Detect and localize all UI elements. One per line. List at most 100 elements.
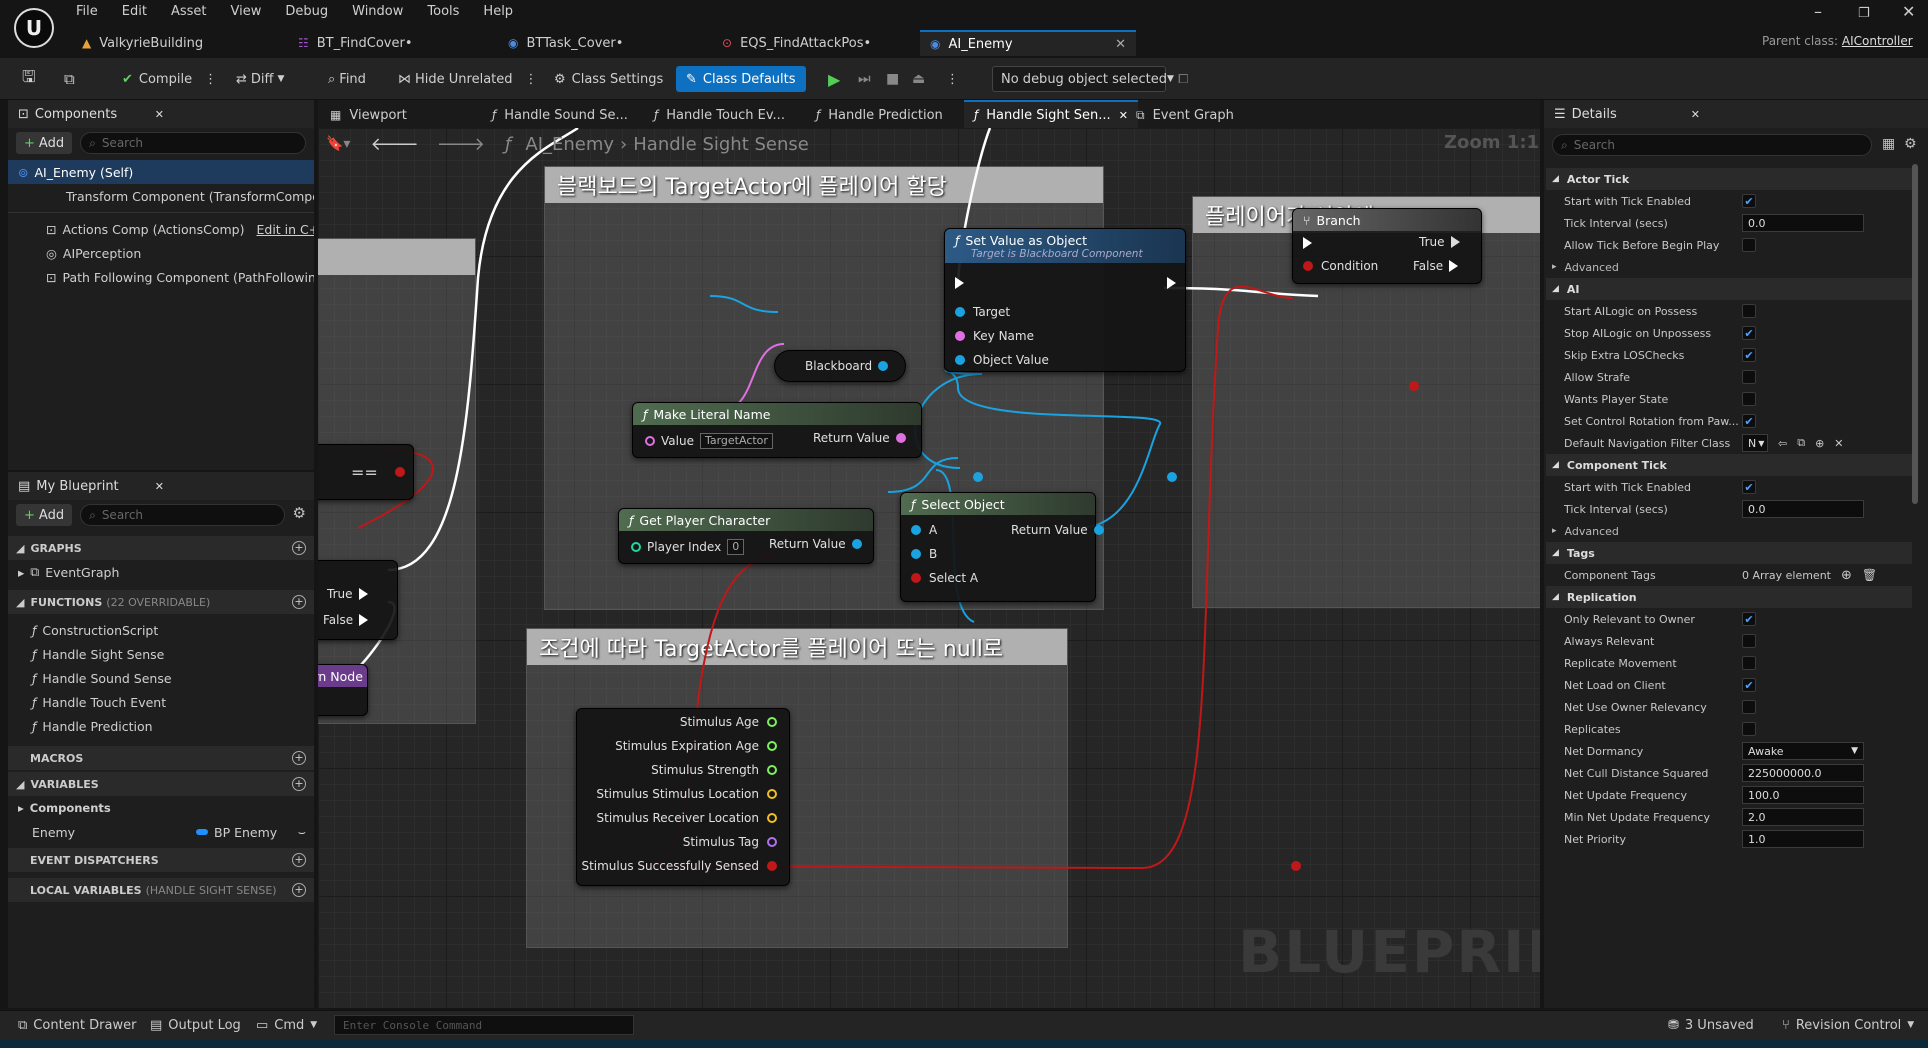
advanced-expander[interactable]: ▸ Advanced [1546,520,1912,542]
graph-tab-handle-touch[interactable]: ƒ Handle Touch Ev... [644,102,795,128]
save-icon[interactable]: 🖫 [22,66,36,92]
name-input-pin[interactable] [645,436,655,446]
tab-eqs-findattackpos[interactable]: ⊙ EQS_FindAttackPos• [712,30,881,56]
object-output-pin[interactable] [851,539,862,549]
component-item-aiperception[interactable]: ◎ AIPerception [8,241,314,265]
menu-view[interactable]: View [219,4,274,19]
menu-edit[interactable]: Edit [110,4,159,19]
exec-output-pin[interactable] [1167,277,1176,289]
advanced-expander[interactable]: ▸ Advanced [1546,256,1912,278]
select-object-node[interactable]: ƒ Select Object A Return Value B Select A [900,492,1104,602]
my-blueprint-search[interactable]: ⌕ Search [80,504,285,526]
menu-window[interactable]: Window [340,4,415,19]
menu-asset[interactable]: Asset [159,4,219,19]
close-window-icon[interactable]: ✕ [1902,2,1915,21]
bool-output-pin[interactable] [767,861,777,871]
event-dispatchers-section[interactable]: EVENT DISPATCHERS + [8,848,314,872]
component-root[interactable]: ⊚ AI_Enemy (Self) [8,160,314,184]
local-variables-section[interactable]: LOCAL VARIABLES (HANDLE SIGHT SENSE) + [8,878,314,902]
eye-icon[interactable]: ⌣ [298,824,306,840]
step-icon[interactable]: ⏭ [858,66,871,92]
browse-icon[interactable]: ⧉ [1797,436,1805,450]
graph-tab-handle-sight[interactable]: ƒ Handle Sight Sen... ✕ [964,100,1138,128]
get-player-character-node[interactable]: ƒ Get Player Character Player Index 0 Retu… [618,508,874,564]
add-macro-icon[interactable]: + [292,751,306,765]
close-panel-icon[interactable]: ✕ [155,108,164,121]
property-value-field[interactable]: 0.0 [1742,214,1864,232]
details-section[interactable]: ◢ Actor Tick [1546,168,1912,190]
break-stimulus-node[interactable]: Stimulus Age Stimulus Expiration Age Sti… [576,708,790,886]
unreal-logo-icon[interactable]: U [14,8,54,48]
forward-arrow-icon[interactable]: 🡒 [437,134,485,155]
b-input-pin[interactable] [911,549,921,559]
compile-button[interactable]: ✔ Compile ⋮ [114,66,225,92]
parent-class-link[interactable]: AIController [1842,34,1913,48]
close-tab-icon[interactable]: ✕ [1115,37,1126,52]
console-command-input[interactable]: Enter Console Command [334,1015,634,1035]
details-section[interactable]: ◢ Component Tick [1546,454,1912,476]
float-output-pin[interactable] [767,717,777,727]
property-checkbox[interactable]: ✔ [1742,480,1756,494]
functions-section[interactable]: ◢ FUNCTIONS (22 OVERRIDABLE) + [8,590,314,614]
property-value-field[interactable]: 1.0 [1742,830,1864,848]
diff-button[interactable]: ⇄ Diff ▼ [228,66,292,92]
vector-output-pin[interactable] [767,813,777,823]
object-value-pin[interactable] [955,355,965,365]
close-panel-icon[interactable]: ✕ [155,480,164,493]
close-panel-icon[interactable]: ✕ [1691,108,1700,121]
function-item[interactable]: ƒ Handle Sight Sense [8,642,314,666]
graph-tab-viewport[interactable]: ▦ Viewport [320,102,417,128]
find-button[interactable]: ⌕ Find [320,66,374,92]
tab-bttask-cover[interactable]: ◉ BTTask_Cover• [498,30,633,56]
literal-name-field[interactable]: TargetActor [699,433,773,449]
add-function-icon[interactable]: + [292,595,306,609]
graph-canvas[interactable]: 블랙보드의 TargetActor에 플레이어 할당 조건에 따라 Target… [318,128,1540,1008]
property-checkbox[interactable]: ✔ [1742,414,1756,428]
property-checkbox[interactable] [1742,392,1756,406]
tab-bt-findcover[interactable]: ☷ BT_FindCover• [288,30,423,56]
object-output-pin[interactable] [878,361,889,371]
exec-false-pin[interactable] [359,614,369,626]
exec-input-pin[interactable] [955,277,964,289]
property-checkbox[interactable] [1742,700,1756,714]
settings-gear-icon[interactable]: ⚙ [1904,136,1917,152]
variable-category-components[interactable]: ▸ Components [8,796,314,820]
class-defaults-button[interactable]: ✎ Class Defaults [676,66,806,92]
property-value-field[interactable]: 100.0 [1742,786,1864,804]
component-item-pathfollowing[interactable]: ⊡ Path Following Component (PathFollowing… [8,265,314,289]
stop-icon[interactable]: ■ [886,66,899,92]
cmd-dropdown[interactable]: ▭ Cmd ▼ [256,1010,317,1040]
equal-node[interactable]: == [318,444,414,500]
branch-node-left[interactable]: True False [318,560,398,640]
property-value-field[interactable]: 0.0 [1742,500,1864,518]
exec-true-pin[interactable] [358,588,368,600]
key-name-pin[interactable] [955,331,965,341]
unsaved-button[interactable]: ⛃ 3 Unsaved [1668,1010,1754,1040]
branch-node[interactable]: ⑂ Branch True Condition False [1292,208,1482,284]
property-checkbox[interactable] [1742,656,1756,670]
maximize-icon[interactable]: ❐ [1858,6,1870,21]
add-member-button[interactable]: + Add [16,504,73,526]
property-checkbox[interactable] [1742,722,1756,736]
class-picker[interactable]: N ▼ [1742,434,1768,452]
menu-file[interactable]: File [64,4,110,19]
property-checkbox[interactable]: ✔ [1742,326,1756,340]
menu-debug[interactable]: Debug [273,4,340,19]
details-search[interactable]: ⌕ Search [1552,134,1872,156]
exec-true-pin[interactable] [1450,236,1460,248]
exec-false-pin[interactable] [1449,260,1459,272]
play-options-icon[interactable]: ⋮ [946,66,959,92]
add-component-button[interactable]: + Add [16,132,73,154]
make-literal-name-node[interactable]: ƒ Make Literal Name Value TargetActor Retu… [632,402,922,458]
property-checkbox[interactable] [1742,238,1756,252]
add-element-icon[interactable]: ⊕ [1841,568,1852,583]
use-selected-icon[interactable]: ⇦ [1778,437,1787,450]
function-item[interactable]: ƒ ConstructionScript [8,618,314,642]
eject-icon[interactable]: ⏏ [912,66,925,92]
variables-section[interactable]: ◢ VARIABLES + [8,772,314,796]
hide-unrelated-button[interactable]: ⋈ Hide Unrelated ⋮ [390,66,546,92]
components-search[interactable]: ⌕ Search [80,132,306,154]
property-value-field[interactable]: 2.0 [1742,808,1864,826]
blackboard-variable-node[interactable]: Blackboard [774,350,906,382]
property-checkbox[interactable]: ✔ [1742,612,1756,626]
